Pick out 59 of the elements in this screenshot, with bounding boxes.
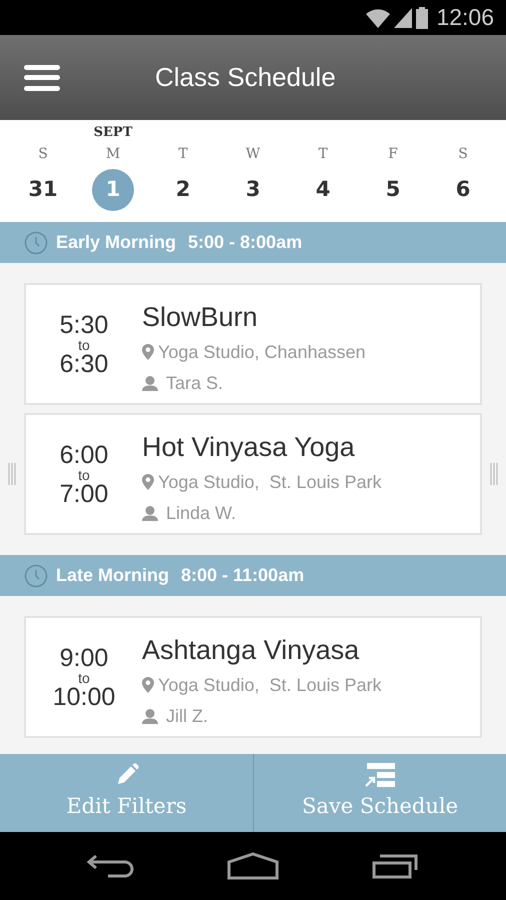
end-time: 6:30	[60, 352, 108, 377]
weekday-label: S	[38, 145, 48, 164]
start-time: 9:00	[60, 646, 108, 671]
back-icon[interactable]	[86, 853, 134, 879]
class-card[interactable]: 5:30 to 6:30 SlowBurn Yoga Studio, Chanhassen Tara S.	[24, 283, 482, 405]
home-icon[interactable]	[226, 852, 279, 880]
weekday-label: T	[178, 145, 188, 164]
end-time: 7:00	[60, 482, 108, 507]
location-pin-icon	[142, 474, 154, 490]
person-icon	[142, 505, 158, 522]
weekday-label: F	[388, 145, 398, 164]
section-hours: 8:00 - 11:00am	[181, 564, 304, 587]
person-icon	[142, 708, 158, 724]
wifi-icon	[366, 8, 390, 28]
instructor-name: Tara S.	[166, 372, 224, 395]
weekday-label: W	[246, 145, 260, 164]
grip-handle-icon[interactable]	[8, 463, 16, 485]
weekday-label: M	[106, 145, 120, 164]
status-time: 12:06	[436, 3, 494, 32]
to-label: to	[78, 671, 90, 685]
class-card[interactable]: 6:00 to 7:00 Hot Vinyasa Yoga Yoga Studio, St. Louis Park Linda W.	[24, 413, 482, 535]
person-icon	[142, 375, 158, 392]
class-name: Hot Vinyasa Yoga	[142, 431, 356, 464]
signal-icon	[394, 8, 412, 28]
schedule-list-icon	[365, 763, 395, 788]
instructor-name: Linda W.	[166, 502, 236, 525]
date-button[interactable]: 2	[162, 169, 204, 211]
section-hours: 5:00 - 8:00am	[188, 231, 302, 254]
location-pin-icon	[142, 677, 154, 694]
date-button[interactable]: 3	[232, 169, 274, 211]
date-button[interactable]: 5	[372, 169, 414, 211]
date-button[interactable]: 6	[442, 169, 484, 211]
class-location: Yoga Studio, Chanhassen	[158, 340, 366, 364]
date-button[interactable]: 4	[302, 169, 344, 211]
section-title: Early Morning	[56, 231, 176, 254]
class-card[interactable]: 9:00 to 10:00 Ashtanga Vinyasa Yoga Studio, St. Louis Park Jill Z.	[24, 616, 482, 738]
section-title: Late Morning	[56, 564, 169, 587]
battery-icon	[416, 6, 428, 28]
to-label: to	[78, 338, 90, 352]
recent-apps-icon[interactable]	[372, 853, 420, 879]
class-name: Ashtanga Vinyasa	[142, 634, 360, 667]
clock-icon	[24, 564, 48, 588]
menu-button[interactable]	[24, 64, 60, 90]
class-location: Yoga Studio, St. Louis Park	[158, 674, 382, 697]
weekday-label: S	[458, 145, 468, 164]
start-time: 5:30	[60, 313, 108, 338]
date-button[interactable]: 31	[22, 169, 64, 211]
instructor-name: Jill Z.	[166, 704, 208, 728]
to-label: to	[78, 468, 90, 482]
location-pin-icon	[142, 344, 154, 360]
weekday-label: T	[318, 145, 328, 164]
grip-handle-icon[interactable]	[490, 463, 498, 485]
screen-title: Class Schedule	[155, 61, 336, 94]
end-time: 10:00	[52, 685, 116, 710]
start-time: 6:00	[60, 443, 108, 468]
clock-icon	[24, 230, 48, 254]
month-label: SEPT	[94, 124, 132, 142]
class-location: Yoga Studio, St. Louis Park	[158, 470, 382, 494]
class-name: SlowBurn	[142, 301, 259, 334]
